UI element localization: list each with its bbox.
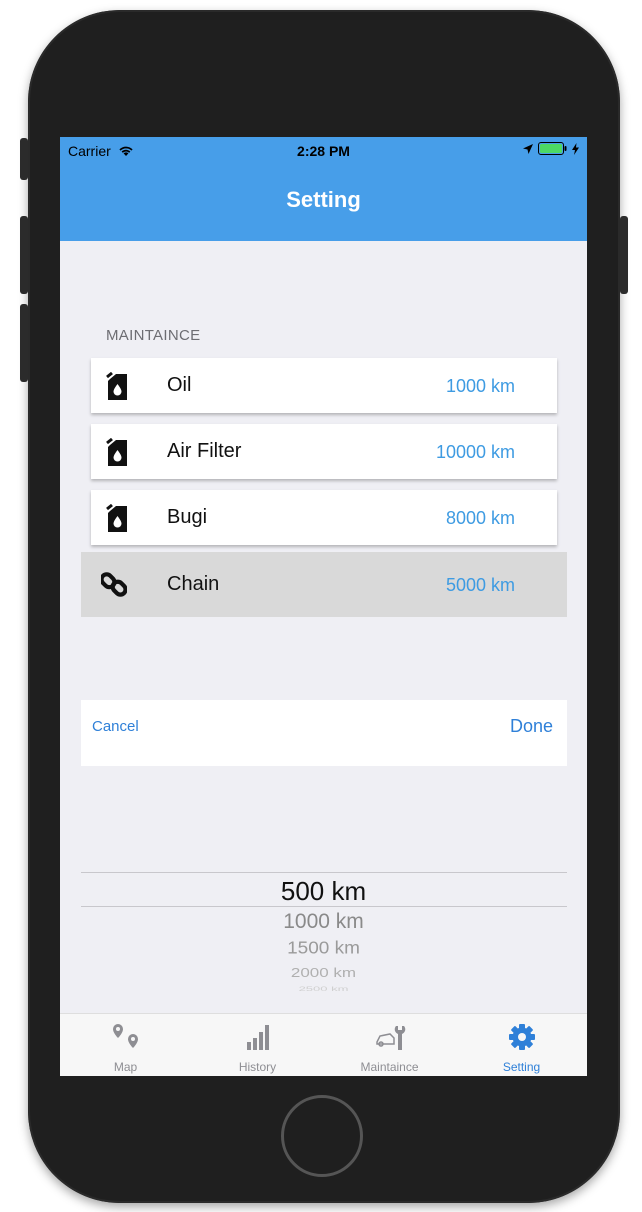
location-arrow-icon [523,143,533,154]
setting-value: 1000 km [445,376,515,396]
car-wrench-icon [375,1026,405,1050]
chain-link-icon [101,572,127,597]
map-pins-icon [112,1024,138,1048]
gear-icon [508,1024,535,1050]
mute-switch [20,138,28,180]
cancel-button[interactable]: Cancel [92,718,139,735]
picker-option[interactable]: 2500 km [60,985,587,993]
tab-label: History [238,1060,277,1074]
setting-name: Chain [167,573,220,595]
power-button [620,216,628,294]
picker-option-selected[interactable]: 500 km [60,876,587,907]
tab-map[interactable]: Map [60,1014,191,1076]
setting-row-chain[interactable]: Chain 5000 km [81,552,567,617]
picker-option[interactable]: 1000 km [60,910,587,934]
page-title: Setting [286,187,361,212]
volume-up-button [20,216,28,294]
setting-value: 10000 km [435,442,515,462]
setting-row-bugi[interactable]: Bugi 8000 km [91,490,557,545]
app-screen: Setting Carrier 2:28 PM MAINTAINCE Oil 1… [60,137,587,1076]
tab-history[interactable]: History [192,1014,323,1076]
picker-toolbar: Cancel Done [81,700,567,766]
tab-setting[interactable]: Setting [456,1014,587,1076]
tab-label: Setting [502,1060,541,1074]
tab-label: Map [113,1060,138,1074]
status-right [522,142,579,155]
tab-label: Maintaince [360,1060,419,1074]
setting-row-air-filter[interactable]: Air Filter 10000 km [91,424,557,479]
setting-row-oil[interactable]: Oil 1000 km [91,358,557,413]
setting-value: 5000 km [445,575,515,595]
volume-down-button [20,304,28,382]
setting-value: 8000 km [445,508,515,528]
fuel-can-icon [106,504,127,532]
setting-name: Bugi [167,506,208,528]
tab-bar: Map History Maintaince Setting [60,1013,587,1076]
status-bar: Carrier 2:28 PM [60,137,587,163]
battery-icon [538,142,567,155]
done-button[interactable]: Done [510,716,553,737]
fuel-can-icon [106,438,127,466]
distance-picker[interactable]: 500 km 1000 km 1500 km 2000 km 2500 km [60,766,587,1013]
fuel-can-icon [106,372,127,400]
picker-selection-top-line [81,872,567,873]
setting-name: Oil [167,374,192,396]
section-header-maintaince: MAINTAINCE [106,327,201,344]
home-button[interactable] [281,1095,363,1177]
picker-option[interactable]: 1500 km [60,939,587,959]
status-time: 2:28 PM [297,143,350,159]
picker-option[interactable]: 2000 km [60,966,587,981]
setting-name: Air Filter [167,440,242,462]
bar-chart-icon [246,1025,269,1050]
tab-maintaince[interactable]: Maintaince [324,1014,455,1076]
charging-bolt-icon [572,142,579,155]
